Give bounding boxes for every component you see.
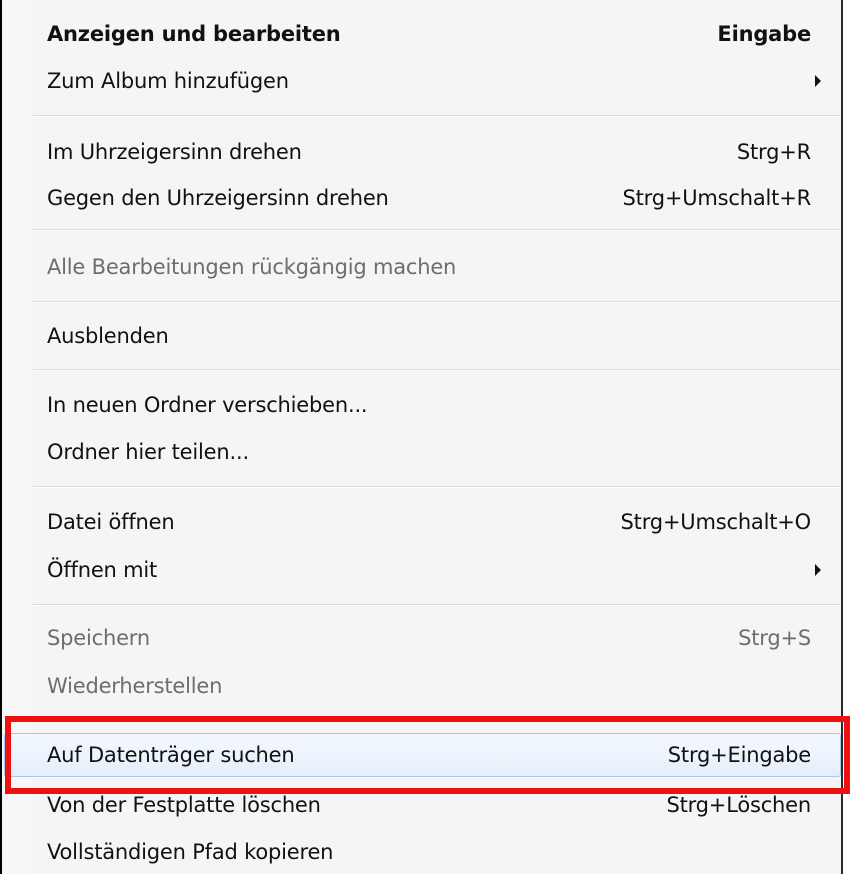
menu-item-view-edit[interactable]: Anzeigen und bearbeiten Eingabe <box>4 14 841 54</box>
menu-separator <box>33 604 841 606</box>
menu-item-label: Gegen den Uhrzeigersinn drehen <box>47 186 389 210</box>
menu-item-restore[interactable]: Wiederherstellen <box>4 666 841 706</box>
menu-item-label: Ordner hier teilen... <box>47 440 249 464</box>
menu-item-move-to-new-folder[interactable]: In neuen Ordner verschieben... <box>4 385 841 425</box>
menu-item-shortcut: Strg+S <box>738 626 811 650</box>
menu-separator <box>33 115 841 117</box>
menu-separator <box>33 486 841 488</box>
menu-item-open-file[interactable]: Datei öffnen Strg+Umschalt+O <box>4 502 841 542</box>
menu-separator <box>33 301 841 303</box>
menu-item-label: Wiederherstellen <box>47 674 223 698</box>
menu-item-label: Alle Bearbeitungen rückgängig machen <box>47 255 457 279</box>
menu-separator <box>33 229 841 231</box>
menu-item-copy-full-path[interactable]: Vollständigen Pfad kopieren <box>4 832 841 872</box>
menu-item-shortcut: Strg+R <box>736 140 811 164</box>
chevron-right-icon <box>815 75 821 87</box>
menu-item-shortcut: Strg+Umschalt+R <box>622 186 811 210</box>
menu-item-label: Ausblenden <box>47 324 169 348</box>
menu-item-hide[interactable]: Ausblenden <box>4 316 841 356</box>
menu-item-shortcut: Eingabe <box>717 22 811 46</box>
menu-item-split-folder[interactable]: Ordner hier teilen... <box>4 432 841 472</box>
menu-item-label: Zum Album hinzufügen <box>47 69 289 93</box>
menu-item-label: Anzeigen und bearbeiten <box>47 22 341 46</box>
menu-item-open-with[interactable]: Öffnen mit <box>4 550 841 590</box>
menu-item-label: In neuen Ordner verschieben... <box>47 393 368 417</box>
menu-item-add-to-album[interactable]: Zum Album hinzufügen <box>4 61 841 101</box>
chevron-right-icon <box>815 564 821 576</box>
menu-item-rotate-counterclockwise[interactable]: Gegen den Uhrzeigersinn drehen Strg+Umsc… <box>4 178 841 218</box>
menu-item-undo-all-edits[interactable]: Alle Bearbeitungen rückgängig machen <box>4 247 841 287</box>
menu-item-rotate-clockwise[interactable]: Im Uhrzeigersinn drehen Strg+R <box>4 132 841 172</box>
menu-item-shortcut: Strg+Löschen <box>666 793 811 817</box>
menu-separator <box>33 369 841 371</box>
menu-item-label: Von der Festplatte löschen <box>47 793 321 817</box>
menu-item-label: Datei öffnen <box>47 510 175 534</box>
menu-item-label: Vollständigen Pfad kopieren <box>47 840 334 864</box>
menu-item-label: Speichern <box>47 626 150 650</box>
annotation-highlight-frame <box>5 716 850 794</box>
menu-item-save[interactable]: Speichern Strg+S <box>4 618 841 658</box>
menu-item-label: Öffnen mit <box>47 558 158 582</box>
menu-item-label: Im Uhrzeigersinn drehen <box>47 140 302 164</box>
menu-item-shortcut: Strg+Umschalt+O <box>620 510 812 534</box>
